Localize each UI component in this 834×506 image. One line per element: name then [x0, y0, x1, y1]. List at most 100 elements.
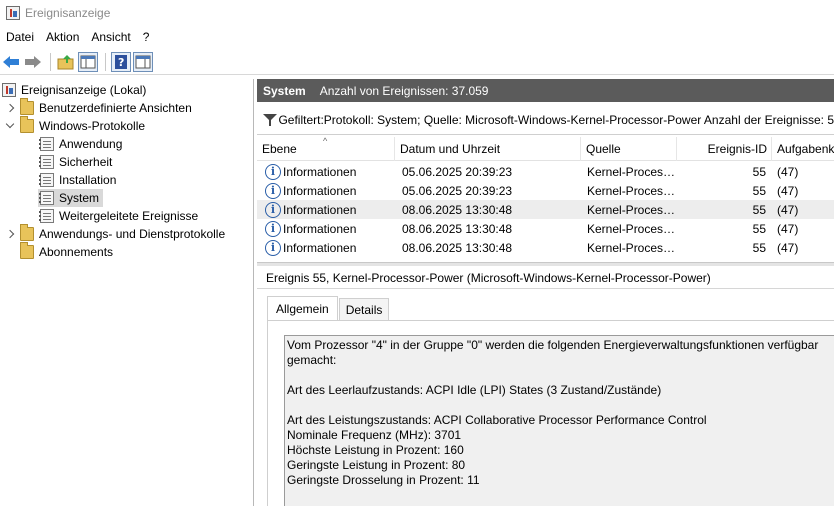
menu-help[interactable]: ?	[137, 30, 156, 44]
event-detail-title-text: Ereignis 55, Kernel-Processor-Power (Mic…	[266, 270, 711, 285]
svg-text:?: ?	[118, 56, 124, 69]
cell-task-category: (47)	[777, 221, 799, 236]
folder-icon	[20, 224, 34, 241]
column-header-label: Quelle	[586, 142, 621, 156]
window-title: Ereignisanzeige	[25, 5, 111, 20]
tree-item-forwarded-events[interactable]: Weitergeleitete Ereignisse	[39, 207, 199, 225]
event-description[interactable]: Vom Prozessor "4" in der Gruppe "0" werd…	[284, 335, 834, 506]
column-header-task-category[interactable]: Aufgabenkategorie	[772, 137, 834, 161]
chevron-right-icon[interactable]	[4, 228, 16, 240]
tree-item-custom-views[interactable]: Benutzerdefinierte Ansichten	[4, 98, 192, 117]
tree-item-setup[interactable]: Installation	[39, 171, 116, 189]
cell-task-category: (47)	[777, 164, 799, 179]
column-header-label: Ereignis-ID	[707, 142, 767, 156]
cell-event-id: 55	[752, 240, 766, 255]
tree-item-system[interactable]: System	[38, 189, 104, 207]
tree-item-windows-logs[interactable]: Windows-Protokolle	[4, 116, 145, 135]
console-tree-icon	[80, 55, 96, 68]
column-header-source[interactable]: Quelle	[581, 137, 677, 161]
event-viewer-app-icon	[6, 5, 20, 20]
cell-task-category: (47)	[777, 183, 799, 198]
menu-datei[interactable]: Datei	[0, 30, 40, 44]
cell-source: Kernel-Proces…	[587, 221, 676, 236]
cell-event-id: 55	[752, 202, 766, 217]
description-line: Art des Leerlaufzustands: ACPI Idle (LPI…	[287, 383, 662, 397]
cell-source: Kernel-Proces…	[587, 183, 676, 198]
cell-event-id: 55	[752, 221, 766, 236]
table-row[interactable]: i Informationen 08.06.2025 13:30:48 Kerne…	[257, 219, 834, 238]
filter-text: Gefiltert:Protokoll: System; Quelle: Mic…	[278, 112, 834, 127]
menu-aktion[interactable]: Aktion	[40, 30, 85, 44]
folder-icon	[20, 116, 34, 133]
tab-allgemein[interactable]: Allgemein	[267, 296, 338, 320]
column-header-label: Ebene	[262, 142, 297, 156]
cell-source: Kernel-Proces…	[587, 240, 676, 255]
forward-button[interactable]	[23, 52, 43, 72]
cell-task-category: (47)	[777, 202, 799, 217]
chevron-down-icon[interactable]	[4, 120, 16, 132]
filter-icon	[263, 113, 279, 126]
event-count: Anzahl von Ereignissen: 37.059	[319, 83, 489, 98]
show-hide-action-pane-button[interactable]	[133, 51, 153, 72]
tree-item-application[interactable]: Anwendung	[39, 135, 123, 153]
tree-item-label: Benutzerdefinierte Ansichten	[39, 101, 192, 115]
sort-ascending-icon: ^	[323, 137, 328, 146]
tree-item-label: Weitergeleitete Ereignisse	[59, 209, 199, 223]
cell-event-id: 55	[752, 183, 766, 198]
info-icon: i	[265, 201, 281, 218]
log-icon	[39, 173, 54, 187]
description-line: Höchste Leistung in Prozent: 160	[287, 443, 464, 457]
table-row[interactable]: i Informationen 08.06.2025 13:30:48 Kerne…	[257, 200, 834, 219]
tab-details[interactable]: Details	[338, 298, 390, 320]
back-button[interactable]	[1, 52, 21, 72]
tree-item-subscriptions[interactable]: Abonnements	[20, 242, 114, 261]
info-icon: i	[265, 163, 281, 180]
column-header-datetime[interactable]: Datum und Uhrzeit	[395, 137, 581, 161]
tab-label: Details	[345, 302, 383, 317]
back-arrow-icon	[3, 55, 19, 68]
title-bar: Ereignisanzeige	[0, 0, 834, 25]
description-line: gemacht:	[287, 353, 337, 367]
detail-tabs: Allgemein Details	[267, 296, 390, 320]
chevron-right-icon[interactable]	[4, 102, 16, 114]
pane-splitter[interactable]	[257, 262, 834, 266]
column-header-label: Datum und Uhrzeit	[400, 142, 501, 156]
tree-item-applications-and-services-logs[interactable]: Anwendungs- und Dienstprotokolle	[4, 224, 225, 243]
console-tree-pane: Ereignisanzeige (Lokal) Benutzerdefinier…	[0, 79, 254, 506]
cell-source: Kernel-Proces…	[587, 164, 676, 179]
up-folder-button[interactable]	[56, 52, 76, 72]
log-title: System	[263, 83, 306, 98]
cell-level: Informationen	[283, 164, 357, 179]
description-line: Geringste Drosselung in Prozent: 11	[287, 473, 480, 487]
column-header-event-id[interactable]: Ereignis-ID	[677, 137, 772, 161]
show-hide-console-tree-button[interactable]	[78, 51, 98, 72]
description-line: Art des Leistungszustands: ACPI Collabor…	[287, 413, 707, 427]
events-table: Ebene ^ Datum und Uhrzeit Quelle Ereigni…	[257, 137, 834, 261]
toolbar: ?	[0, 49, 834, 75]
log-icon	[39, 137, 54, 151]
event-viewer-icon	[2, 83, 16, 97]
info-icon: i	[265, 220, 281, 237]
table-row[interactable]: i Informationen 08.06.2025 13:30:48 Kerne…	[257, 238, 834, 257]
tree-item-label: System	[59, 191, 100, 205]
cell-datetime: 08.06.2025 13:30:48	[402, 221, 513, 236]
table-row[interactable]: i Informationen 05.06.2025 20:39:23 Kerne…	[257, 162, 834, 181]
menu-ansicht[interactable]: Ansicht	[85, 30, 136, 44]
cell-level: Informationen	[283, 240, 357, 255]
content-pane: System Anzahl von Ereignissen: 37.059 Ge…	[257, 79, 834, 506]
table-header: Ebene ^ Datum und Uhrzeit Quelle Ereigni…	[257, 137, 834, 161]
description-line: Vom Prozessor "4" in der Gruppe "0" werd…	[287, 338, 819, 352]
tree-item-label: Abonnements	[39, 245, 114, 259]
table-row[interactable]: i Informationen 05.06.2025 20:39:23 Kerne…	[257, 181, 834, 200]
subscription-icon	[20, 242, 34, 259]
tree-item-label: Anwendung	[59, 137, 123, 151]
cell-datetime: 05.06.2025 20:39:23	[402, 164, 513, 179]
menu-bar: Datei Aktion Ansicht ?	[0, 27, 834, 47]
folder-up-icon	[57, 54, 74, 69]
tree-item-security[interactable]: Sicherheit	[39, 153, 112, 171]
cell-datetime: 08.06.2025 13:30:48	[402, 202, 513, 217]
column-header-level[interactable]: Ebene ^	[257, 137, 395, 161]
cell-task-category: (47)	[777, 240, 799, 255]
help-button[interactable]: ?	[111, 51, 131, 72]
tree-item-event-viewer-local[interactable]: Ereignisanzeige (Lokal)	[2, 81, 146, 99]
